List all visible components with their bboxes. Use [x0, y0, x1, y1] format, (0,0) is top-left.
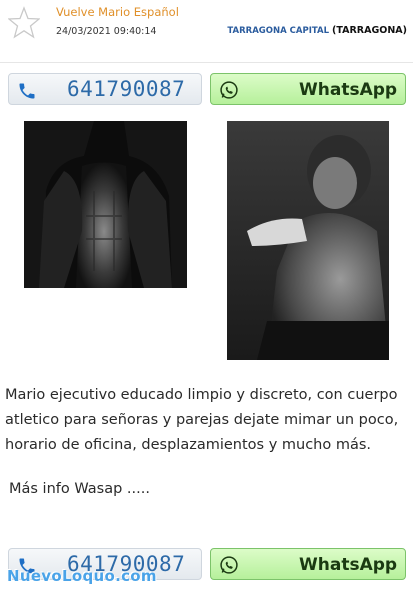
phone-number: 641790087: [67, 77, 186, 101]
ad-header: Vuelve Mario Español 24/03/2021 09:40:14…: [0, 0, 413, 63]
whatsapp-button[interactable]: WhatsApp: [210, 73, 406, 105]
whatsapp-icon: [220, 81, 238, 99]
location-city[interactable]: TARRAGONA CAPITAL: [227, 26, 329, 36]
phone-button[interactable]: 641790087: [8, 73, 202, 105]
ad-title[interactable]: Vuelve Mario Español: [56, 5, 179, 19]
ad-date: 24/03/2021 09:40:14: [56, 26, 157, 37]
star-icon[interactable]: [8, 6, 40, 40]
contact-buttons-top: 641790087 WhatsApp: [0, 73, 413, 107]
site-watermark: NuevoLoquo.com: [7, 567, 157, 585]
photo-2-image: [227, 121, 389, 360]
photo-1-image: [24, 121, 187, 288]
whatsapp-label: WhatsApp: [299, 555, 398, 575]
ad-photo-2[interactable]: [227, 121, 389, 360]
ad-photo-1[interactable]: [24, 121, 187, 288]
whatsapp-button[interactable]: WhatsApp: [210, 548, 406, 580]
ad-location: TARRAGONA CAPITAL (TARRAGONA): [227, 25, 407, 36]
phone-icon: [19, 83, 35, 99]
more-info-text: Más info Wasap .....: [9, 481, 150, 497]
ad-description: Mario ejecutivo educado limpio y discret…: [5, 387, 399, 453]
whatsapp-label: WhatsApp: [299, 80, 398, 100]
location-province: (TARRAGONA): [332, 25, 407, 36]
whatsapp-icon: [220, 556, 238, 574]
